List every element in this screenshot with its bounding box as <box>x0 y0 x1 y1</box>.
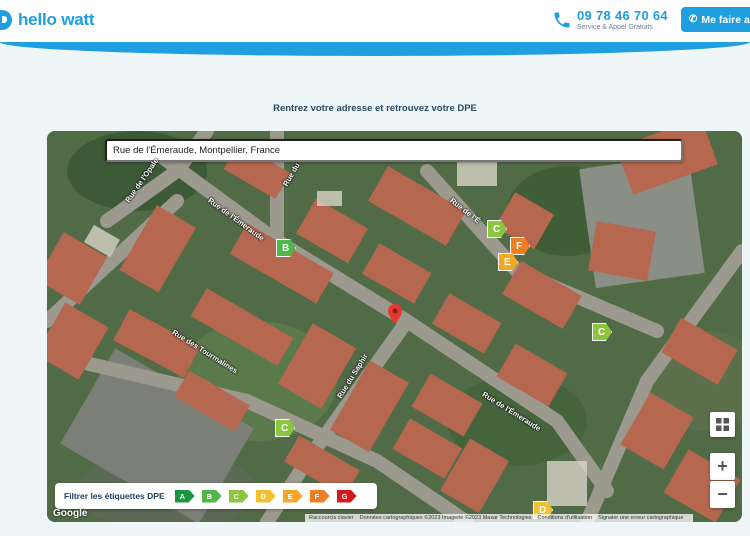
logo[interactable]: hello watt <box>0 9 95 31</box>
zoom-in-button[interactable]: + <box>710 453 735 480</box>
phone-number: 09 78 46 70 64 <box>577 8 668 23</box>
header: hello watt 09 78 46 70 64 Service & Appe… <box>0 0 750 42</box>
filter-chip-g[interactable]: G <box>336 489 357 503</box>
zoom-out-button[interactable]: − <box>710 481 735 508</box>
filter-chip-c[interactable]: C <box>228 489 249 503</box>
callback-button-label: Me faire ap <box>701 13 750 26</box>
filter-chip-f[interactable]: F <box>309 489 330 503</box>
phone-icon: ✆ <box>689 14 698 25</box>
header-accent-bar <box>0 42 750 56</box>
phone-subtext: Service & Appel Gratuits <box>577 24 653 31</box>
filter-chip-b[interactable]: B <box>201 489 222 503</box>
filter-chip-e[interactable]: E <box>282 489 303 503</box>
dpe-map[interactable]: Rue de l'Opale Rue de l'Émeraude Rue des… <box>47 131 742 522</box>
terms-link[interactable]: Conditions d'utilisation <box>538 515 593 521</box>
filter-chip-d[interactable]: D <box>255 489 276 503</box>
phone-contact[interactable]: 09 78 46 70 64 Service & Appel Gratuits <box>552 8 668 32</box>
dpe-filter-bar: Filtrer les étiquettes DPE A B C D E F G <box>55 483 377 509</box>
map-attribution: Raccourcis clavier Données cartographiqu… <box>305 514 694 522</box>
phone-icon <box>554 12 570 28</box>
keyboard-shortcuts-link[interactable]: Raccourcis clavier <box>309 515 354 521</box>
grid-icon <box>716 418 729 431</box>
page-subtitle: Rentrez votre adresse et retrouvez votre… <box>273 103 477 114</box>
report-error-link[interactable]: Signaler une erreur cartographique <box>598 515 683 521</box>
filter-chip-a[interactable]: A <box>174 489 195 503</box>
address-search-input[interactable] <box>105 139 683 162</box>
location-marker-icon[interactable] <box>388 304 402 324</box>
satellite-imagery <box>47 131 742 522</box>
dpe-filter-label: Filtrer les étiquettes DPE <box>64 491 165 501</box>
google-logo: Google <box>53 508 88 519</box>
brand-name: hello watt <box>18 10 95 29</box>
callback-button[interactable]: ✆ Me faire ap <box>681 7 750 32</box>
map-type-button[interactable] <box>710 412 735 437</box>
bulb-icon <box>0 10 12 30</box>
map-data-credit: Données cartographiques ©2023 Imagerie ©… <box>359 515 532 521</box>
